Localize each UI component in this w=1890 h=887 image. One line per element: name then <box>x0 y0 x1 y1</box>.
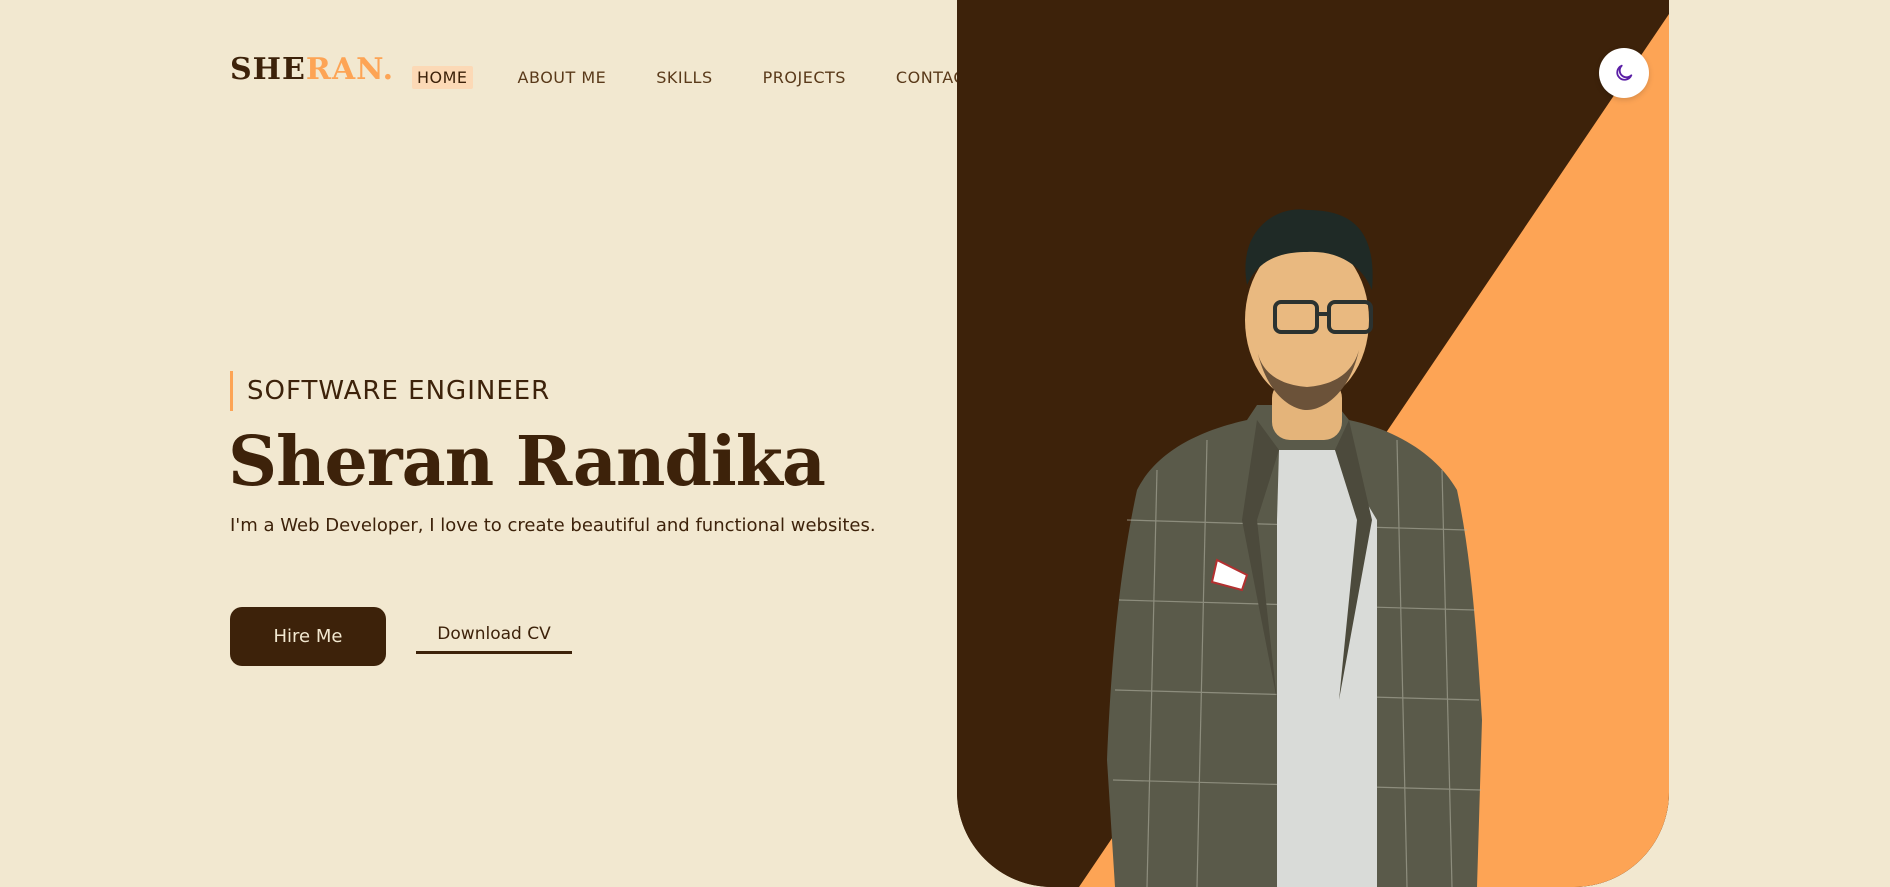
hero-subtitle: SOFTWARE ENGINEER <box>230 371 550 411</box>
profile-photo <box>1107 209 1482 887</box>
hero-image-panel <box>957 0 1669 887</box>
hero-name-title: Sheran Randika <box>228 422 826 502</box>
logo[interactable]: SHERAN. <box>230 55 394 85</box>
nav-item-skills[interactable]: SKILLS <box>651 66 717 89</box>
hero-tagline: I'm a Web Developer, I love to create be… <box>230 515 876 536</box>
logo-part-1: SHE <box>230 52 306 87</box>
nav-item-about[interactable]: ABOUT ME <box>513 66 612 89</box>
theme-toggle-button[interactable] <box>1599 48 1649 98</box>
hire-me-button[interactable]: Hire Me <box>230 607 386 666</box>
logo-part-2: RAN. <box>305 52 395 87</box>
moon-icon <box>1616 64 1633 81</box>
download-cv-link[interactable]: Download CV <box>416 624 572 654</box>
nav-item-home[interactable]: HOME <box>412 66 473 89</box>
nav-item-projects[interactable]: PROJECTS <box>758 66 851 89</box>
main-nav: HOME ABOUT ME SKILLS PROJECTS CONTACT ME <box>412 66 1011 89</box>
